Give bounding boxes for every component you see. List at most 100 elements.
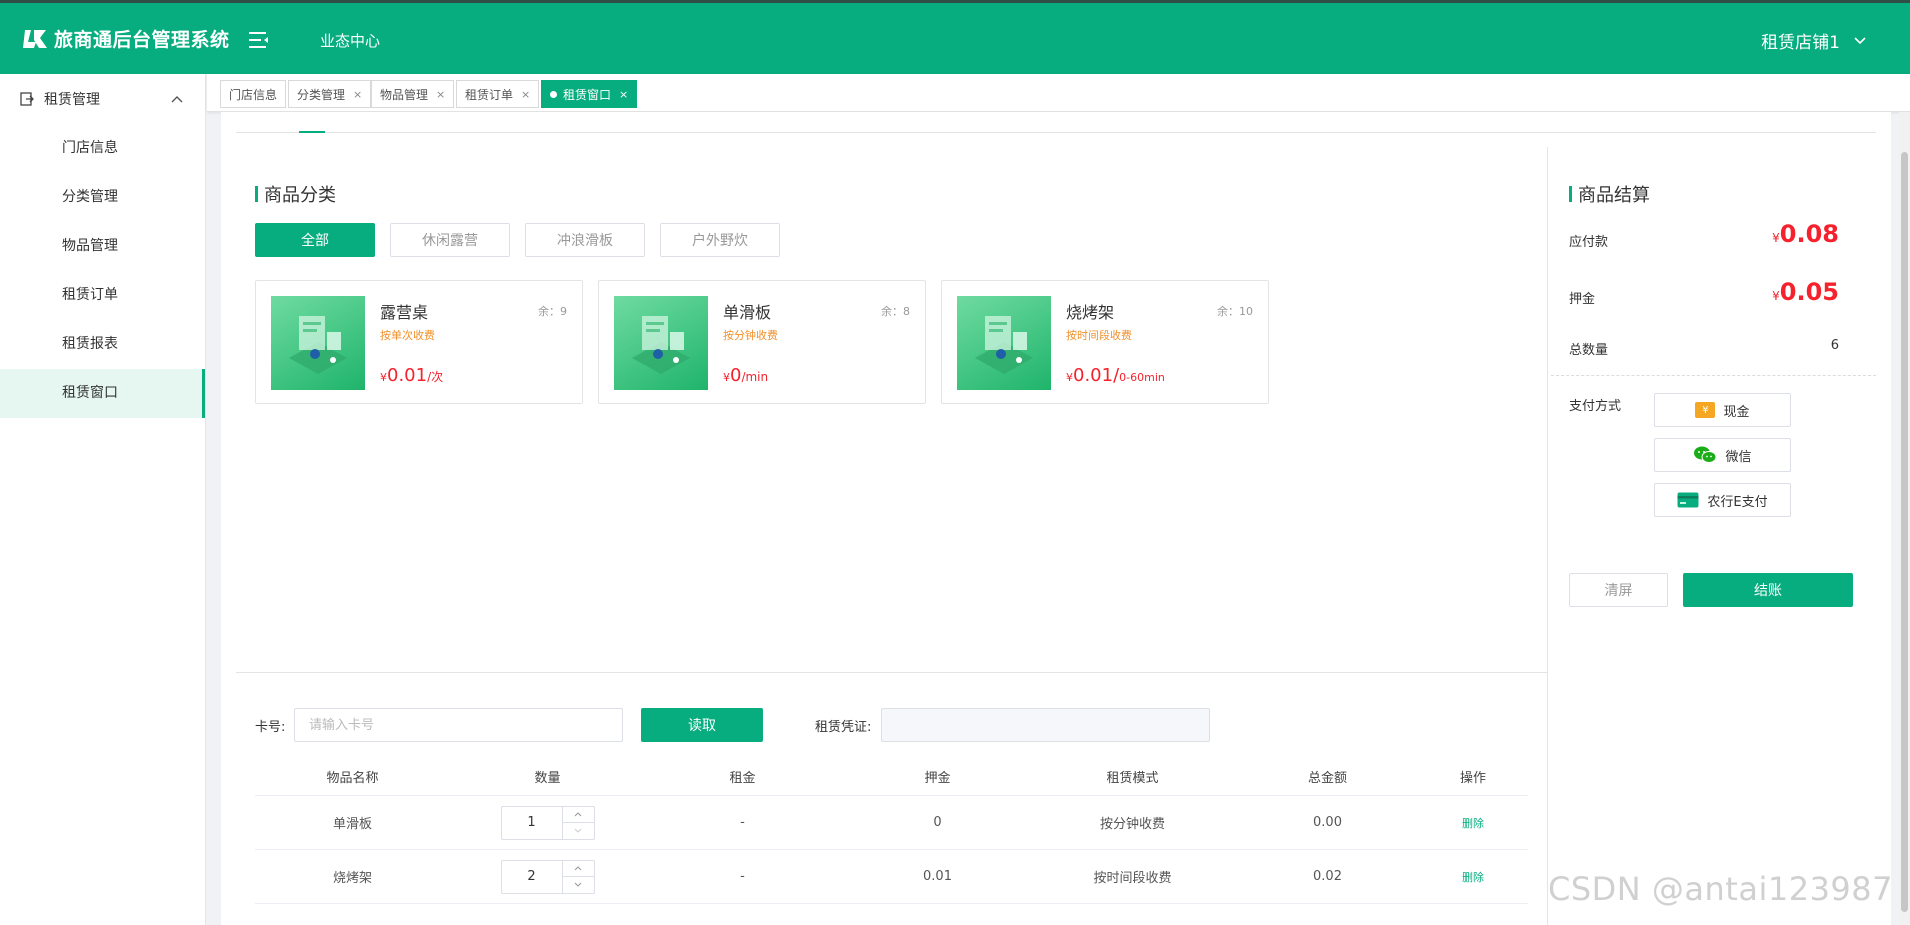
header-action: 操作 (1459, 771, 1486, 786)
payable-label: 应付款 (1569, 235, 1609, 250)
sidebar-item-store-info[interactable]: 门店信息 (0, 124, 205, 173)
wechat-icon (1694, 446, 1717, 463)
price-currency: ¥ (380, 371, 387, 384)
card-number-label: 卡号: (255, 720, 286, 735)
nav-business-center[interactable]: 业态中心 (320, 30, 380, 51)
tab-label: 门店信息 (229, 87, 278, 102)
bank-card-icon (1677, 492, 1699, 508)
product-card[interactable]: 单滑板 余：8 按分钟收费 ¥0/min (598, 280, 926, 404)
stepper-arrows (561, 860, 594, 893)
pay-cash-button[interactable]: ¥ 现金 (1654, 393, 1791, 427)
delete-link[interactable]: 删除 (1462, 815, 1484, 831)
read-card-button[interactable]: 读取 (641, 708, 763, 742)
section-title-text: 商品分类 (264, 185, 336, 206)
tab-category[interactable]: 分类管理 × (288, 80, 372, 108)
cell-rental-mode: 按时间段收费 (1093, 871, 1172, 886)
tab-close-icon[interactable]: × (619, 88, 628, 101)
product-price: ¥0/min (723, 365, 768, 386)
product-card[interactable]: 烧烤架 余：10 按时间段收费 ¥0.01/0-60min (941, 280, 1269, 404)
sidebar-item-orders[interactable]: 租赁订单 (0, 271, 205, 320)
divider (1547, 147, 1548, 925)
divider (236, 132, 1876, 133)
tab-goods[interactable]: 物品管理 × (371, 80, 455, 108)
sidebar-group-label: 租赁管理 (44, 92, 100, 108)
header-rent: 租金 (729, 771, 756, 786)
tab-orders[interactable]: 租赁订单 × (456, 80, 540, 108)
clear-screen-button[interactable]: 清屏 (1569, 573, 1668, 607)
quantity-stepper[interactable]: 1 (500, 805, 595, 840)
product-billing-mode: 按分钟收费 (723, 329, 778, 342)
main-content: 商品分类 全部 休闲露营 冲浪滑板 户外野炊 露营桌 余：9 按单次收费 ¥0.… (221, 112, 1891, 925)
category-bbq-button[interactable]: 户外野炊 (660, 223, 780, 257)
product-illustration-icon (289, 316, 347, 374)
quantity-value[interactable]: 1 (502, 807, 562, 839)
user-menu[interactable]: 租赁店铺1 (1761, 28, 1866, 53)
section-title-text: 商品结算 (1578, 185, 1650, 206)
checkout-button[interactable]: 结账 (1683, 573, 1853, 607)
increment-icon[interactable] (563, 807, 594, 823)
card-number-input[interactable] (294, 708, 623, 742)
delete-link[interactable]: 删除 (1462, 869, 1484, 885)
cart-table: 物品名称 数量 租金 押金 租赁模式 总金额 操作 单滑板 1 - 0 按分钟收… (255, 758, 1528, 904)
title-bar (255, 186, 258, 202)
tab-close-icon[interactable]: × (436, 88, 445, 101)
decrement-icon[interactable] (562, 876, 594, 893)
currency-symbol: ¥ (1772, 289, 1780, 303)
sidebar-group-rental[interactable]: 租赁管理 (0, 74, 205, 124)
category-all-button[interactable]: 全部 (255, 223, 375, 257)
menu-toggle-icon[interactable] (248, 30, 270, 50)
product-name: 露营桌 (380, 303, 429, 322)
category-camping-button[interactable]: 休闲露营 (390, 223, 510, 257)
title-bar (1569, 186, 1572, 202)
sidebar-item-rental-window[interactable]: 租赁窗口 (0, 369, 205, 418)
product-card[interactable]: 露营桌 余：9 按单次收费 ¥0.01/次 (255, 280, 583, 404)
increment-icon[interactable] (563, 861, 594, 877)
quantity-value: 6 (1830, 338, 1839, 353)
product-stock: 余：10 (1217, 305, 1253, 318)
cell-quantity: 2 (450, 850, 645, 903)
section-title-catalog: 商品分类 (255, 181, 336, 207)
header-item-name: 物品名称 (326, 771, 379, 786)
sidebar-item-category[interactable]: 分类管理 (0, 173, 205, 222)
cash-icon: ¥ (1695, 402, 1716, 418)
scrollbar-thumb[interactable] (1901, 152, 1908, 912)
cell-item-name: 单滑板 (332, 817, 372, 832)
top-bar: 旅商通后台管理系统 业态中心 租赁店铺1 (0, 0, 1910, 74)
tab-rental-window[interactable]: 租赁窗口 × (541, 80, 638, 108)
cell-action: 删除 (1418, 850, 1528, 903)
tab-store-info[interactable]: 门店信息 (220, 80, 287, 108)
tab-close-icon[interactable]: × (521, 88, 530, 101)
stepper-arrows (561, 806, 594, 839)
product-billing-mode: 按单次收费 (380, 329, 435, 342)
page-scrollbar[interactable] (1899, 112, 1910, 925)
sidebar-item-report[interactable]: 租赁报表 (0, 320, 205, 369)
product-stock: 余：8 (881, 305, 910, 318)
active-dot-icon (550, 90, 557, 98)
product-image (271, 296, 365, 390)
cell-action: 删除 (1418, 796, 1528, 849)
voucher-field[interactable] (881, 708, 1210, 742)
table-header-row: 物品名称 数量 租金 押金 租赁模式 总金额 操作 (255, 758, 1528, 796)
tab-close-icon[interactable]: × (353, 88, 362, 101)
app-logo[interactable]: 旅商通后台管理系统 (22, 25, 230, 52)
header-rental-mode: 租赁模式 (1106, 771, 1159, 786)
cell-total: 0.02 (1313, 869, 1342, 884)
quantity-stepper[interactable]: 2 (500, 859, 595, 894)
product-image (614, 296, 708, 390)
pay-wechat-button[interactable]: 微信 (1654, 438, 1791, 472)
pay-abc-button[interactable]: 农行E支付 (1654, 483, 1791, 517)
cell-item-name: 烧烤架 (332, 871, 372, 886)
header-total: 总金额 (1307, 771, 1347, 786)
sidebar-item-goods[interactable]: 物品管理 (0, 222, 205, 271)
active-indicator (299, 131, 325, 133)
product-price: ¥0.01/次 (380, 365, 443, 386)
decrement-icon[interactable] (562, 822, 594, 839)
quantity-value[interactable]: 2 (502, 861, 562, 893)
chevron-up-icon (171, 96, 183, 103)
watermark: CSDN @antai123987 (1548, 870, 1893, 908)
product-illustration-icon (975, 316, 1033, 374)
tab-label: 分类管理 (297, 87, 346, 102)
cell-deposit: 0 (933, 815, 942, 830)
divider (236, 672, 1547, 673)
category-surf-button[interactable]: 冲浪滑板 (525, 223, 645, 257)
